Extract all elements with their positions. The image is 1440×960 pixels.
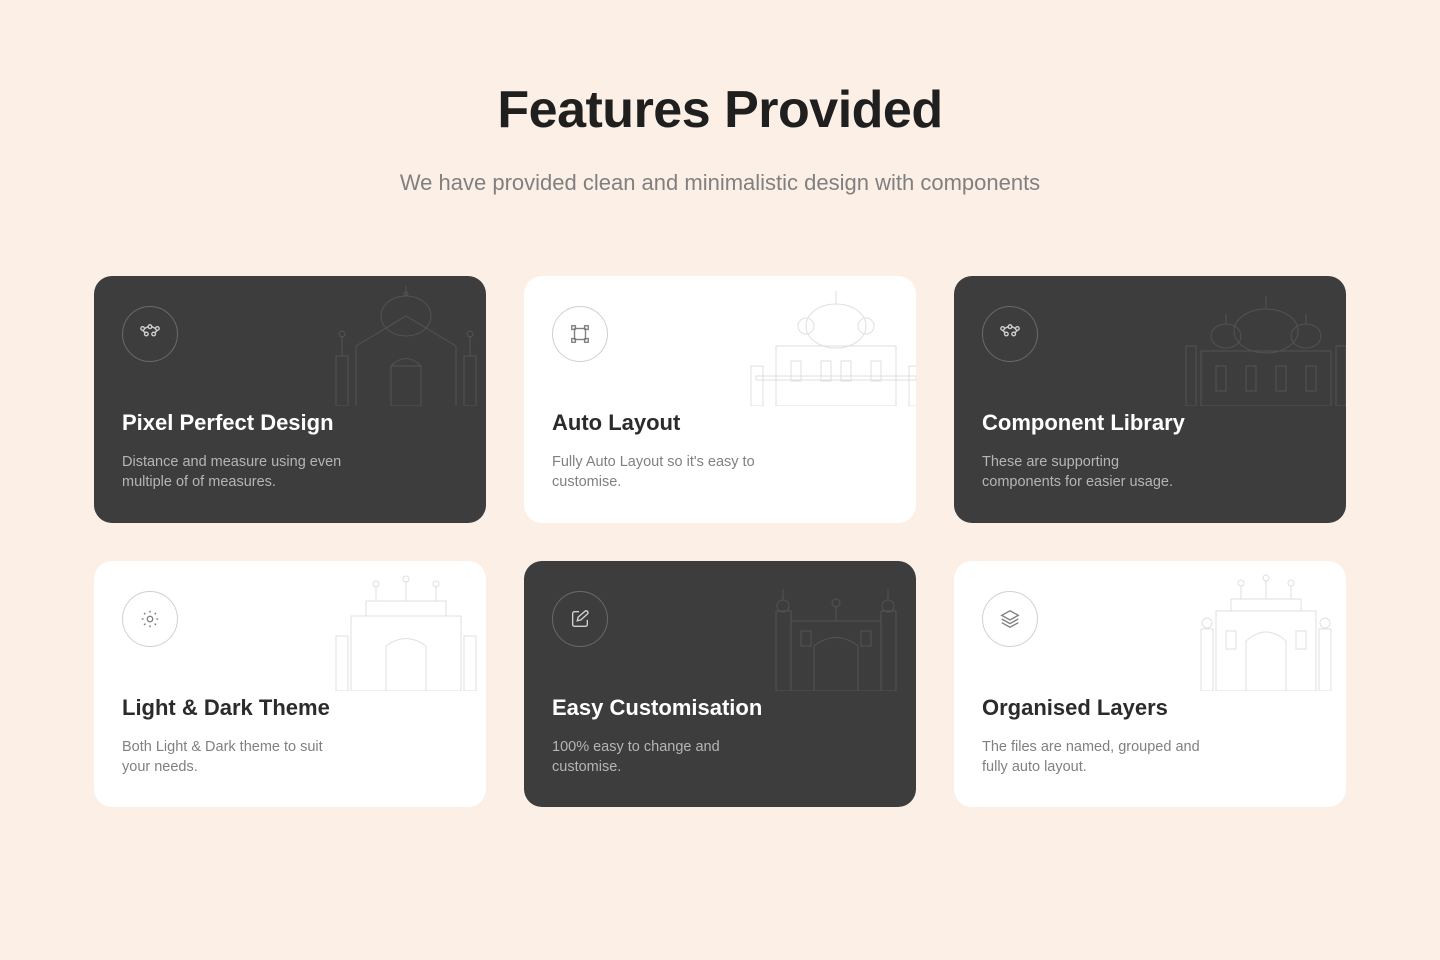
card-description: Both Light & Dark theme to suit your nee… xyxy=(122,737,342,778)
card-title: Auto Layout xyxy=(552,410,888,436)
card-icon-circle xyxy=(552,306,608,362)
card-title: Component Library xyxy=(982,410,1318,436)
card-title: Pixel Perfect Design xyxy=(122,410,458,436)
card-icon-circle xyxy=(982,306,1038,362)
section-header: Features Provided We have provided clean… xyxy=(94,80,1346,196)
mosque-illustration xyxy=(1176,276,1346,406)
gateway-of-india-illustration xyxy=(1176,561,1346,691)
features-section: Features Provided We have provided clean… xyxy=(0,0,1440,807)
card-icon-circle xyxy=(982,591,1038,647)
card-title: Light & Dark Theme xyxy=(122,695,458,721)
sun-icon xyxy=(139,608,161,630)
feature-card-auto-layout: Auto Layout Fully Auto Layout so it's ea… xyxy=(524,276,916,523)
card-description: The files are named, grouped and fully a… xyxy=(982,737,1202,778)
card-icon-circle xyxy=(122,591,178,647)
section-subtitle: We have provided clean and minimalistic … xyxy=(94,170,1346,196)
section-title: Features Provided xyxy=(94,80,1346,140)
bounding-box-icon xyxy=(569,323,591,345)
card-description: Fully Auto Layout so it's easy to custom… xyxy=(552,452,772,493)
card-icon-circle xyxy=(552,591,608,647)
monument-illustration xyxy=(316,276,486,406)
edit-icon xyxy=(569,608,591,630)
card-description: These are supporting components for easi… xyxy=(982,452,1202,493)
card-description: 100% easy to change and customise. xyxy=(552,737,772,778)
charminar-illustration xyxy=(746,561,916,691)
feature-card-component-library: Component Library These are supporting c… xyxy=(954,276,1346,523)
card-description: Distance and measure using even multiple… xyxy=(122,452,342,493)
nodes-icon xyxy=(999,323,1021,345)
nodes-icon xyxy=(139,323,161,345)
card-title: Organised Layers xyxy=(982,695,1318,721)
feature-card-light-dark-theme: Light & Dark Theme Both Light & Dark the… xyxy=(94,561,486,808)
features-grid: Pixel Perfect Design Distance and measur… xyxy=(94,276,1346,807)
feature-card-pixel-perfect: Pixel Perfect Design Distance and measur… xyxy=(94,276,486,523)
temple-illustration xyxy=(746,276,916,406)
gateway-illustration xyxy=(316,561,486,691)
layers-icon xyxy=(999,608,1021,630)
card-title: Easy Customisation xyxy=(552,695,888,721)
card-icon-circle xyxy=(122,306,178,362)
feature-card-organised-layers: Organised Layers The files are named, gr… xyxy=(954,561,1346,808)
feature-card-easy-customisation: Easy Customisation 100% easy to change a… xyxy=(524,561,916,808)
